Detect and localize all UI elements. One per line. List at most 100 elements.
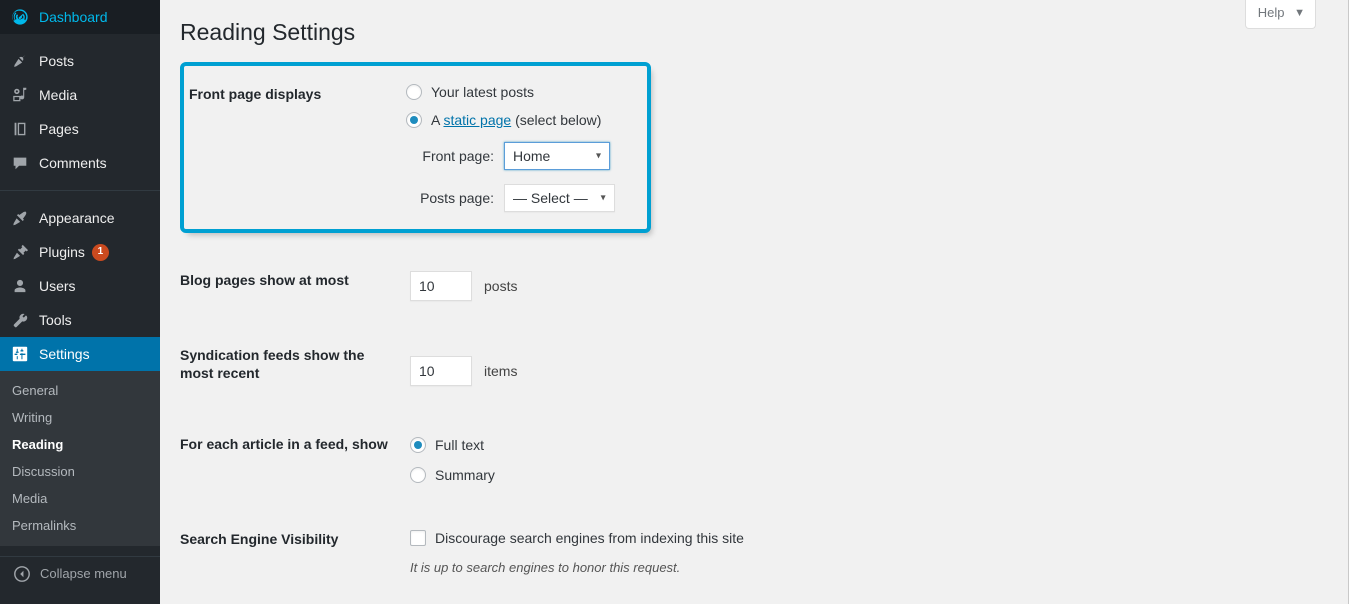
help-label: Help [1257, 5, 1285, 20]
posts-page-select-row: Posts page: — Select — ▾ [406, 184, 615, 212]
sidebar-item-posts[interactable]: Posts [0, 44, 160, 78]
chevron-down-icon: ▾ [600, 192, 606, 204]
wrench-icon [10, 310, 30, 330]
sidebar-item-label: Plugins [39, 244, 85, 260]
front-page-table: Front page displays Your latest posts A … [184, 79, 615, 212]
sidebar-item-discussion[interactable]: Discussion [0, 458, 160, 485]
settings-submenu: General Writing Reading Discussion Media… [0, 371, 160, 546]
sidebar-item-dashboard[interactable]: Dashboard [0, 0, 160, 34]
plugins-update-badge: 1 [91, 243, 109, 261]
sidebar-item-label: Dashboard [39, 9, 108, 25]
option-latest-posts[interactable]: Your latest posts [406, 84, 615, 100]
option-summary[interactable]: Summary [410, 467, 744, 483]
pin-icon [10, 51, 30, 71]
chevron-down-icon: ▾ [595, 150, 601, 162]
sidebar-item-label: Comments [39, 155, 107, 171]
reading-options-table: Blog pages show at most posts Syndicatio… [180, 255, 754, 588]
sidebar-item-label: Settings [39, 346, 90, 362]
media-icon [10, 85, 30, 105]
sidebar-item-users[interactable]: Users [0, 269, 160, 303]
search-engine-visibility-label: Search Engine Visibility [180, 531, 339, 547]
sidebar-item-reading[interactable]: Reading [0, 431, 160, 458]
posts-page-select-value: — Select — [513, 190, 588, 206]
blog-pages-label: Blog pages show at most [180, 272, 349, 288]
checkbox-discourage-search-engines[interactable] [410, 530, 426, 546]
sidebar-item-label: Pages [39, 121, 79, 137]
front-page-select[interactable]: Home ▾ [504, 142, 610, 170]
sidebar-item-pages[interactable]: Pages [0, 112, 160, 146]
option-full-text[interactable]: Full text [410, 437, 744, 453]
blog-pages-row: Blog pages show at most posts [180, 255, 754, 314]
syndication-feeds-row: Syndication feeds show the most recent i… [180, 314, 754, 399]
front-page-select-row: Front page: Home ▾ [406, 142, 615, 170]
front-page-select-value: Home [513, 148, 551, 164]
sidebar-item-settings[interactable]: Settings [0, 337, 168, 371]
sidebar-item-label: Appearance [39, 210, 115, 226]
sidebar-item-comments[interactable]: Comments [0, 146, 160, 180]
radio-full-text[interactable] [410, 437, 426, 453]
comment-icon [10, 153, 30, 173]
sidebar-divider [0, 180, 160, 190]
pages-icon [10, 119, 30, 139]
checkbox-discourage-label: Discourage search engines from indexing … [435, 530, 744, 546]
radio-summary[interactable] [410, 467, 426, 483]
option-discourage-search-engines[interactable]: Discourage search engines from indexing … [410, 530, 744, 546]
front-page-displays-highlight: Front page displays Your latest posts A … [180, 62, 651, 233]
feed-article-control: Full text Summary [410, 399, 754, 496]
static-page-prefix: A [431, 112, 444, 128]
option-static-page[interactable]: A static page (select below) [406, 112, 615, 128]
search-engine-visibility-note: It is up to search engines to honor this… [410, 560, 681, 575]
feed-article-label: For each article in a feed, show [180, 436, 388, 452]
dashboard-icon [10, 7, 30, 27]
radio-latest-posts-label: Your latest posts [431, 84, 534, 100]
sidebar-item-permalinks[interactable]: Permalinks [0, 512, 160, 539]
sidebar-item-plugins[interactable]: Plugins 1 [0, 235, 160, 269]
search-engine-visibility-row: Search Engine Visibility Discourage sear… [180, 496, 754, 588]
blog-pages-input[interactable] [410, 271, 472, 301]
radio-full-text-label: Full text [435, 437, 485, 453]
sidebar-item-media-settings[interactable]: Media [0, 485, 160, 512]
collapse-menu-button[interactable]: Collapse menu [0, 556, 160, 590]
sidebar-item-label: Tools [39, 312, 72, 328]
syndication-feeds-unit: items [484, 363, 518, 379]
posts-page-select-label: Posts page: [420, 190, 494, 206]
sidebar-item-label: Media [39, 87, 78, 103]
sidebar-item-label: Users [39, 278, 76, 294]
sidebar-item-media[interactable]: Media [0, 78, 160, 112]
blog-pages-unit: posts [484, 278, 518, 294]
reading-settings-form: Front page displays Your latest posts A … [180, 62, 1349, 588]
front-page-displays-controls: Your latest posts A static page (select … [406, 79, 615, 212]
front-page-select-label: Front page: [422, 148, 494, 164]
feed-article-row: For each article in a feed, show Full te… [180, 399, 754, 496]
settings-icon [10, 344, 30, 364]
paintbrush-icon [10, 208, 30, 228]
sidebar-item-tools[interactable]: Tools [0, 303, 160, 337]
sidebar-item-general[interactable]: General [0, 377, 160, 404]
help-button[interactable]: Help ▼ [1244, 0, 1316, 29]
sidebar-item-label: Posts [39, 53, 75, 69]
syndication-feeds-label: Syndication feeds show the most recent [180, 347, 365, 382]
sidebar-item-appearance[interactable]: Appearance [0, 201, 160, 235]
syndication-feeds-input[interactable] [410, 356, 472, 386]
front-page-displays-label: Front page displays [189, 86, 322, 102]
collapse-menu-label: Collapse menu [40, 566, 127, 581]
user-icon [10, 276, 30, 296]
radio-static-page[interactable] [406, 112, 422, 128]
posts-page-select[interactable]: — Select — ▾ [504, 184, 615, 212]
radio-latest-posts[interactable] [406, 84, 422, 100]
radio-static-page-label: A static page (select below) [431, 112, 601, 128]
sidebar-item-writing[interactable]: Writing [0, 404, 160, 431]
front-page-row: Front page displays Your latest posts A … [184, 79, 615, 212]
radio-summary-label: Summary [435, 467, 495, 483]
chevron-down-icon: ▼ [1294, 7, 1305, 19]
admin-sidebar: Dashboard Posts Media Pages Comments App… [0, 0, 168, 604]
static-page-suffix: (select below) [511, 112, 602, 128]
static-page-link[interactable]: static page [443, 112, 511, 128]
sidebar-divider [0, 191, 160, 201]
sidebar-divider [0, 34, 160, 44]
page-title: Reading Settings [180, 19, 356, 45]
syndication-feeds-control: items [410, 314, 754, 399]
collapse-arrow-icon [12, 564, 32, 584]
blog-pages-control: posts [410, 255, 754, 314]
plug-icon [10, 242, 30, 262]
